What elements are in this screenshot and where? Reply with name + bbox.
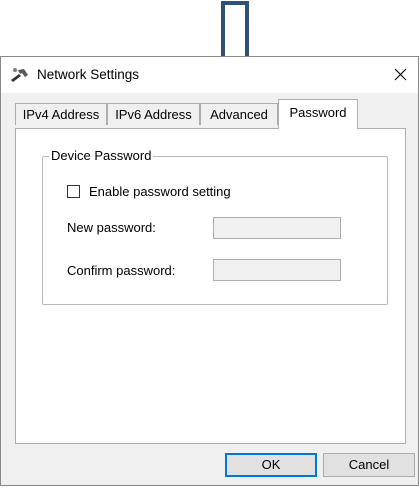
tab-label: IPv6 Address bbox=[115, 107, 192, 122]
network-settings-dialog: Network Settings IPv4 Address IPv6 Addre… bbox=[0, 56, 419, 486]
tab-label: Advanced bbox=[210, 107, 268, 122]
tab-password[interactable]: Password bbox=[278, 99, 358, 129]
tab-label: IPv4 Address bbox=[22, 107, 100, 122]
dialog-title: Network Settings bbox=[37, 67, 140, 82]
tab-advanced[interactable]: Advanced bbox=[200, 103, 278, 125]
new-password-label: New password: bbox=[67, 220, 156, 235]
tab-label: Password bbox=[289, 105, 347, 120]
device-password-group: Device Password Enable password setting … bbox=[42, 148, 388, 305]
title-bar: Network Settings bbox=[1, 57, 418, 93]
ok-button[interactable]: OK bbox=[225, 453, 317, 477]
checkbox-box[interactable] bbox=[67, 185, 80, 198]
tab-ipv4-address[interactable]: IPv4 Address bbox=[15, 103, 107, 125]
new-password-field[interactable] bbox=[213, 217, 341, 239]
close-button[interactable] bbox=[384, 57, 418, 93]
tab-ipv6-address[interactable]: IPv6 Address bbox=[107, 103, 200, 125]
group-title: Device Password bbox=[49, 148, 154, 163]
password-tab-panel: Device Password Enable password setting … bbox=[15, 128, 406, 444]
confirm-password-label: Confirm password: bbox=[67, 263, 176, 278]
close-icon bbox=[394, 68, 407, 81]
enable-password-label: Enable password setting bbox=[89, 184, 231, 199]
tools-icon bbox=[11, 68, 28, 82]
confirm-password-field[interactable] bbox=[213, 259, 341, 281]
cancel-button[interactable]: Cancel bbox=[323, 453, 415, 477]
